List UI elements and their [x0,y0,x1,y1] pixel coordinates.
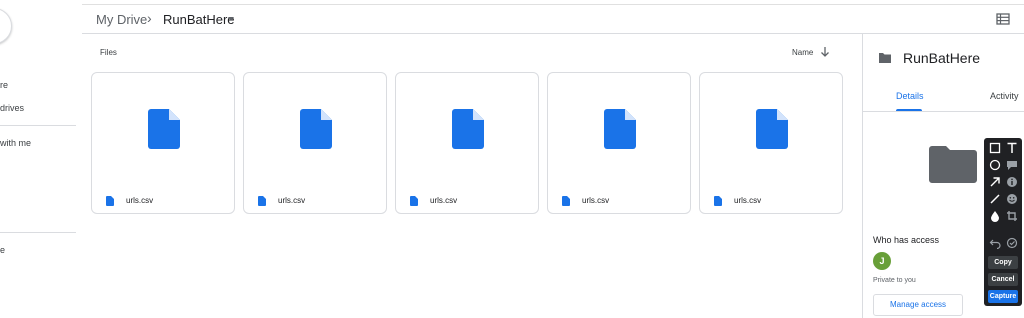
folder-icon [879,53,891,63]
file-icon [300,109,332,149]
file-name: urls.csv [582,196,610,205]
sidebar-item-shared-with-me[interactable]: with me [0,138,31,148]
details-title: RunBatHere [903,50,981,66]
drop-icon[interactable] [989,210,1001,222]
file-type-icon [714,196,722,206]
file-card[interactable]: urls.csv [547,72,691,214]
breadcrumb-my-drive[interactable]: My Drive [96,12,147,27]
text-icon[interactable] [1006,142,1018,154]
file-type-icon [410,196,418,206]
capture-toolbar: Copy Cancel Capture [984,138,1022,306]
manage-access-button[interactable]: Manage access [873,294,963,316]
sort-by-name[interactable]: Name [792,48,813,57]
crop-icon[interactable] [1006,210,1018,222]
file-icon [756,109,788,149]
private-status-text: Private to you [873,277,916,284]
line-icon[interactable] [989,193,1001,205]
file-type-icon [258,196,266,206]
breadcrumb-separator: › [147,10,152,26]
info-icon[interactable] [1006,176,1018,188]
file-icon [452,109,484,149]
sidebar-divider [0,125,76,126]
copy-button[interactable]: Copy [988,256,1018,269]
arrow-icon[interactable] [989,176,1001,188]
tabs-divider [863,111,1024,112]
file-card[interactable]: urls.csv [395,72,539,214]
rectangle-icon[interactable] [989,142,1001,154]
ellipse-icon[interactable] [989,159,1001,171]
folder-preview-icon [929,146,977,183]
tab-activity[interactable]: Activity [990,91,1019,101]
sidebar-divider [0,232,76,233]
breadcrumb: My Drive › RunBatHere [82,5,1024,34]
file-type-icon [562,196,570,206]
file-card[interactable]: urls.csv [91,72,235,214]
tab-details[interactable]: Details [896,91,924,101]
who-has-access-label: Who has access [873,235,940,245]
sidebar-item-my-drive[interactable]: re [0,80,8,90]
breadcrumb-current-folder[interactable]: RunBatHere [163,12,235,27]
file-type-icon [106,196,114,206]
file-name: urls.csv [278,196,306,205]
file-card[interactable]: urls.csv [243,72,387,214]
avatar[interactable]: J [873,252,891,270]
file-card[interactable]: urls.csv [699,72,843,214]
new-button[interactable] [0,8,12,44]
redo-icon[interactable] [1006,237,1018,249]
file-name: urls.csv [126,196,154,205]
files-section-label: Files [100,48,117,57]
sidebar-item-storage[interactable]: e [0,245,5,255]
chevron-down-icon[interactable] [228,17,234,21]
file-icon [148,109,180,149]
file-icon [604,109,636,149]
undo-icon[interactable] [989,237,1001,249]
cancel-button[interactable]: Cancel [988,273,1018,286]
list-view-icon[interactable] [996,12,1010,26]
sidebar: re drives with me e [0,0,82,318]
speech-bubble-icon[interactable] [1006,159,1018,171]
file-name: urls.csv [430,196,458,205]
arrow-down-icon[interactable] [820,46,830,58]
emoji-icon[interactable] [1006,193,1018,205]
file-name: urls.csv [734,196,762,205]
sidebar-item-shared-drives[interactable]: drives [0,103,24,113]
capture-button[interactable]: Capture [988,290,1018,303]
